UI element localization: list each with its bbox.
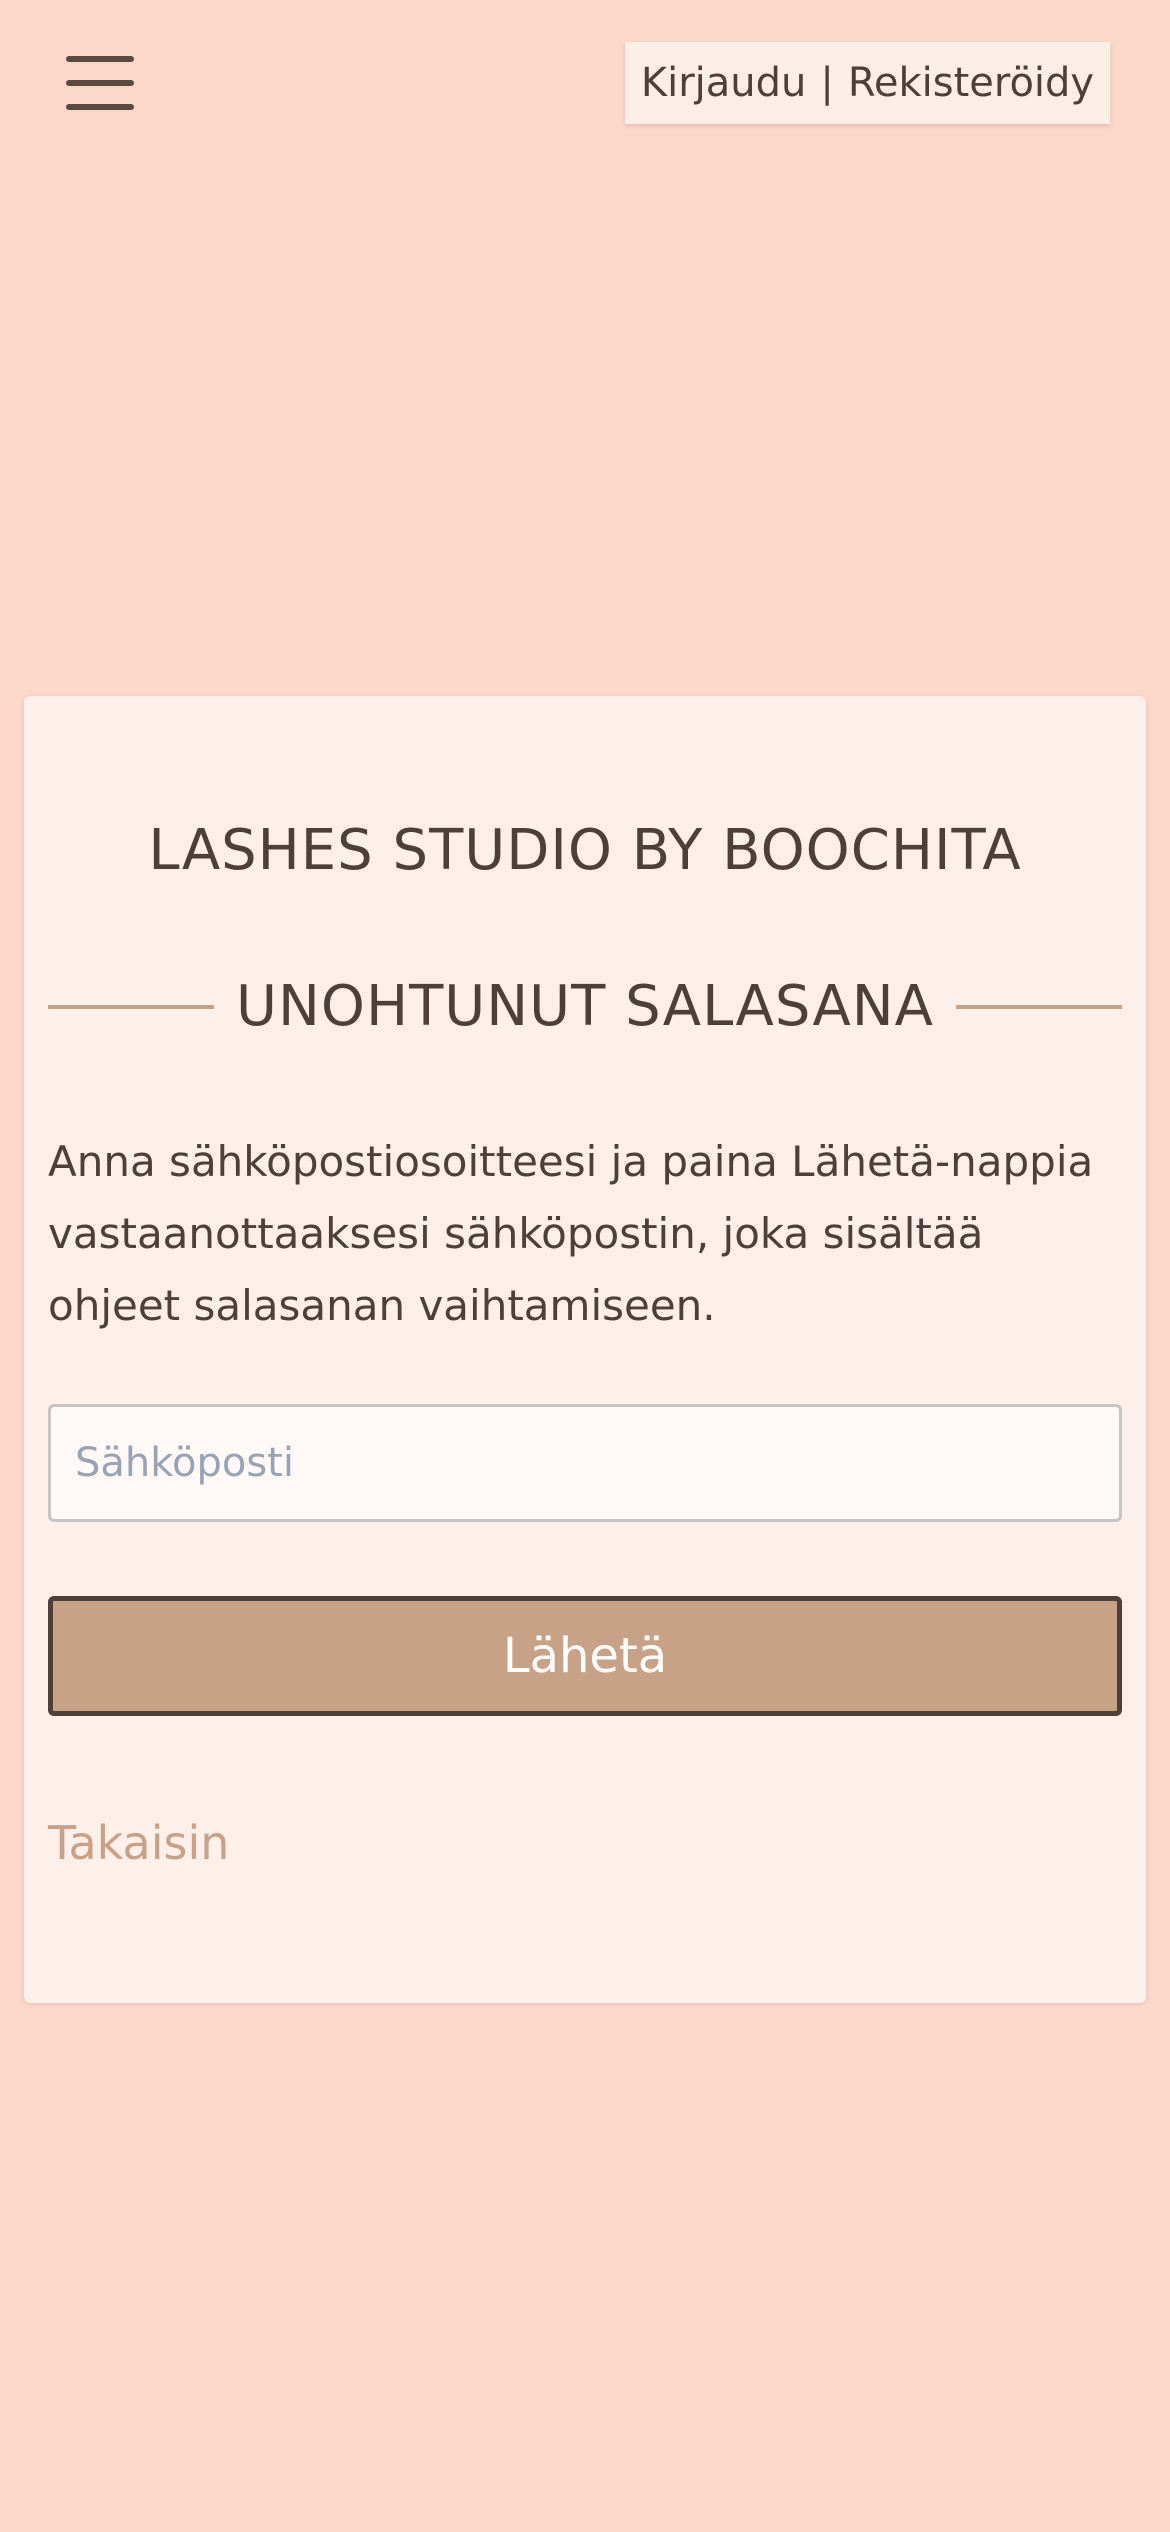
menu-line (66, 104, 134, 110)
heading-rule-right (955, 1004, 1122, 1009)
auth-separator: | (820, 60, 834, 106)
studio-name: LASHES STUDIO BY BOOCHITA (148, 818, 1022, 883)
top-bar: Kirjaudu | Rekisteröidy (0, 0, 1170, 170)
login-link[interactable]: Kirjaudu (641, 60, 807, 106)
menu-line (66, 56, 134, 62)
submit-button[interactable]: Lähetä (48, 1596, 1122, 1716)
menu-line (66, 80, 134, 86)
section-heading: UNOHTUNUT SALASANA (48, 974, 1122, 1039)
back-link[interactable]: Takaisin (48, 1816, 229, 1870)
heading-rule-left (48, 1004, 215, 1009)
email-field[interactable] (48, 1404, 1122, 1522)
register-link[interactable]: Rekisteröidy (848, 60, 1094, 106)
instructions-text: Anna sähköpostiosoitteesi ja paina Lähet… (48, 1137, 1094, 1330)
hamburger-menu-icon[interactable] (62, 56, 138, 110)
auth-links: Kirjaudu | Rekisteröidy (625, 42, 1110, 124)
forgot-password-card: LASHES STUDIO BY BOOCHITA UNOHTUNUT SALA… (24, 696, 1146, 2003)
page-title: UNOHTUNUT SALASANA (236, 974, 934, 1039)
